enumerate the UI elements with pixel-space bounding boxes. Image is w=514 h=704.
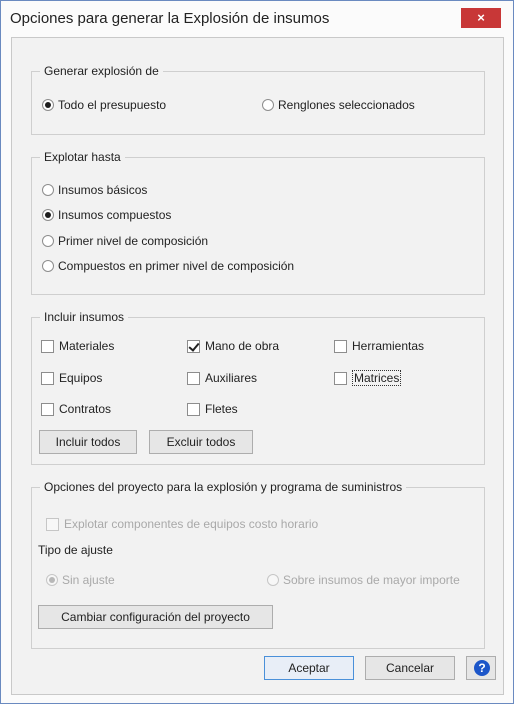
radio-insumos-basicos[interactable]: Insumos básicos — [42, 182, 147, 198]
checkbox-explotar-componentes[interactable]: Explotar componentes de equipos costo ho… — [46, 516, 318, 532]
dialog-window: Opciones para generar la Explosión de in… — [0, 0, 514, 704]
dialog-content: Generar explosión de Todo el presupuesto… — [11, 37, 504, 695]
checkbox-label: Matrices — [352, 370, 402, 386]
checkbox-box[interactable] — [41, 339, 54, 353]
checkbox-box[interactable] — [334, 339, 347, 353]
help-button[interactable]: ? — [466, 656, 496, 680]
aceptar-button[interactable]: Aceptar — [264, 656, 354, 680]
radio-label: Compuestos en primer nivel de composició… — [58, 259, 295, 273]
dialog-title: Opciones para generar la Explosión de in… — [10, 10, 330, 27]
checkbox-box[interactable] — [187, 371, 200, 385]
radio-indicator[interactable] — [42, 184, 54, 196]
radio-insumos-compuestos[interactable]: Insumos compuestos — [42, 207, 171, 223]
group-legend: Explotar hasta — [40, 150, 125, 164]
radio-label: Sobre insumos de mayor importe — [283, 573, 460, 587]
checkbox-label: Equipos — [59, 371, 103, 385]
checkbox-materiales[interactable]: Materiales — [41, 338, 114, 354]
checkbox-mano-de-obra[interactable]: Mano de obra — [187, 338, 279, 354]
checkbox-label: Contratos — [59, 402, 112, 416]
checkbox-label: Auxiliares — [205, 371, 258, 385]
checkbox-box[interactable] — [46, 517, 59, 531]
checkbox-box[interactable] — [334, 371, 347, 385]
radio-indicator[interactable] — [262, 99, 274, 111]
group-generar-explosion: Generar explosión de Todo el presupuesto… — [31, 64, 485, 135]
checkbox-box[interactable] — [187, 402, 200, 416]
radio-indicator[interactable] — [42, 209, 54, 221]
excluir-todos-button[interactable]: Excluir todos — [149, 430, 253, 454]
incluir-todos-button[interactable]: Incluir todos — [39, 430, 137, 454]
radio-compuestos-primer-nivel[interactable]: Compuestos en primer nivel de composició… — [42, 258, 294, 274]
title-bar[interactable]: Opciones para generar la Explosión de in… — [1, 1, 513, 37]
checkbox-label: Fletes — [205, 402, 238, 416]
radio-primer-nivel[interactable]: Primer nivel de composición — [42, 233, 208, 249]
radio-label: Renglones seleccionados — [278, 98, 415, 112]
close-icon: × — [477, 10, 485, 25]
checkbox-equipos[interactable]: Equipos — [41, 370, 102, 386]
checkbox-fletes[interactable]: Fletes — [187, 401, 238, 417]
radio-label: Sin ajuste — [62, 573, 115, 587]
group-incluir-insumos: Incluir insumos Materiales Mano de obra … — [31, 310, 485, 465]
checkbox-auxiliares[interactable]: Auxiliares — [187, 370, 257, 386]
cancelar-button[interactable]: Cancelar — [365, 656, 455, 680]
radio-indicator[interactable] — [42, 99, 54, 111]
radio-label: Insumos básicos — [58, 183, 148, 197]
group-legend: Opciones del proyecto para la explosión … — [40, 480, 407, 494]
checkbox-box[interactable] — [41, 402, 54, 416]
checkbox-herramientas[interactable]: Herramientas — [334, 338, 424, 354]
close-button[interactable]: × — [461, 8, 501, 28]
help-icon: ? — [474, 660, 490, 676]
radio-sin-ajuste[interactable]: Sin ajuste — [46, 572, 115, 588]
checkbox-matrices[interactable]: Matrices — [334, 370, 402, 386]
group-explotar-hasta: Explotar hasta Insumos básicos Insumos c… — [31, 150, 485, 295]
checkbox-label: Herramientas — [352, 339, 425, 353]
checkbox-label: Mano de obra — [205, 339, 280, 353]
radio-todo-presupuesto[interactable]: Todo el presupuesto — [42, 97, 166, 113]
radio-sobre-insumos[interactable]: Sobre insumos de mayor importe — [267, 572, 460, 588]
group-legend: Generar explosión de — [40, 64, 163, 78]
group-legend: Incluir insumos — [40, 310, 129, 324]
checkbox-label: Explotar componentes de equipos costo ho… — [64, 517, 319, 531]
checkbox-box[interactable] — [41, 371, 54, 385]
cambiar-configuracion-button[interactable]: Cambiar configuración del proyecto — [38, 605, 273, 629]
radio-indicator[interactable] — [42, 260, 54, 272]
tipo-ajuste-label: Tipo de ajuste — [38, 543, 113, 557]
radio-label: Insumos compuestos — [58, 208, 172, 222]
checkbox-label: Materiales — [59, 339, 115, 353]
checkbox-box[interactable] — [187, 339, 200, 353]
radio-label: Todo el presupuesto — [58, 98, 167, 112]
radio-indicator[interactable] — [267, 574, 279, 586]
checkbox-contratos[interactable]: Contratos — [41, 401, 111, 417]
radio-indicator[interactable] — [46, 574, 58, 586]
group-opciones-proyecto: Opciones del proyecto para la explosión … — [31, 480, 485, 649]
radio-indicator[interactable] — [42, 235, 54, 247]
radio-label: Primer nivel de composición — [58, 234, 209, 248]
radio-renglones-seleccionados[interactable]: Renglones seleccionados — [262, 97, 415, 113]
